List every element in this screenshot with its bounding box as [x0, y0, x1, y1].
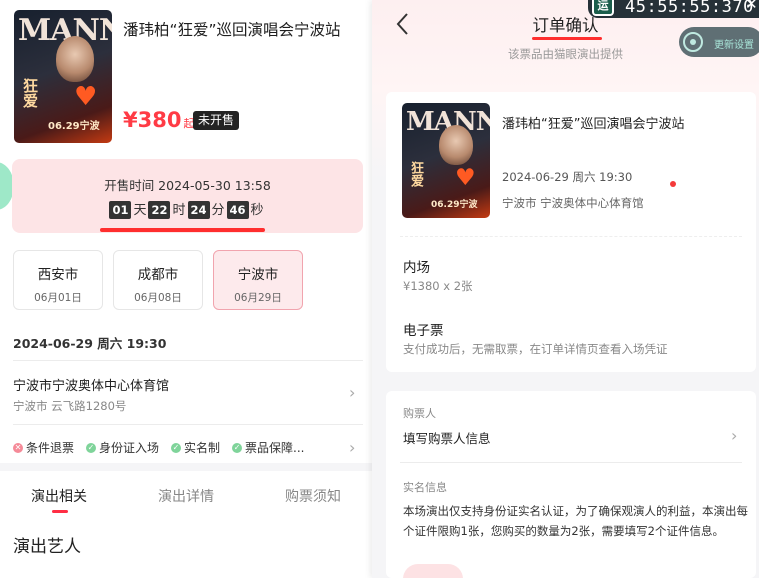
timer-app-icon: 运 [592, 0, 614, 16]
ticket-area: 内场 [403, 260, 430, 276]
city-option-ningbo[interactable]: 宁波市 06月29日 [213, 250, 303, 310]
show-poster: MANNA 狂爱 ♥ 06.29宁波 [402, 103, 490, 218]
realname-description: 本场演出仅支持身份证实名认证，为了确保观演人的利益，本演出每个证件限购1张，您购… [403, 504, 748, 538]
city-name: 宁波市 [237, 267, 279, 283]
countdown-seconds: 46 [226, 201, 249, 219]
tab-show-related[interactable]: 演出相关 [31, 486, 87, 506]
ticket-type-desc: 支付成功后，无需取票，在订单详情页查看入场凭证 [403, 342, 668, 356]
active-tab-indicator [52, 510, 68, 513]
order-show-title: 潘玮柏“狂爱”巡回演唱会宁波站 [502, 117, 685, 132]
tag-id-entry: ✓ 身份证入场 [86, 439, 159, 456]
show-title: 潘玮柏“狂爱”巡回演唱会宁波站 [123, 21, 341, 39]
city-date: 06月01日 [34, 292, 82, 304]
countdown-minute-unit: 分 [211, 203, 225, 218]
show-poster[interactable]: MANNA 狂爱 ♥ 06.29宁波 [14, 10, 112, 143]
countdown-minutes: 24 [187, 201, 210, 219]
close-icon[interactable]: ✕ [745, 0, 758, 12]
buyer-section-label: 购票人 [403, 407, 436, 420]
tab-purchase-notes[interactable]: 购票须知 [285, 486, 341, 506]
poster-date-art: 06.29宁波 [431, 200, 478, 210]
chevron-right-icon: › [349, 438, 356, 457]
chevron-right-icon: › [731, 426, 738, 445]
sale-time-label: 开售时间 2024-05-30 13:58 [104, 178, 271, 193]
city-date: 06月08日 [134, 292, 182, 304]
tag-guarantee: ✓ 票品保障... [232, 439, 305, 456]
city-option-chengdu[interactable]: 成都市 06月08日 [113, 250, 203, 310]
ticket-type: 电子票 [403, 323, 444, 339]
annotation-underline [532, 37, 602, 40]
heart-icon: ♥ [74, 82, 98, 112]
ticket-price-quantity: ¥1380 x 2张 [403, 279, 473, 293]
artist-photo [439, 125, 473, 165]
chevron-right-icon: › [349, 383, 356, 402]
divider [13, 424, 363, 425]
countdown-hour-unit: 时 [172, 203, 186, 218]
x-circle-icon: ✕ [13, 442, 23, 453]
screen: MANNA 狂爱 ♥ 06.29宁波 潘玮柏“狂爱”巡回演唱会宁波站 ¥380起… [0, 0, 759, 578]
price: ¥380 起 [123, 108, 194, 136]
tag-realname: ✓ 实名制 [171, 439, 220, 456]
divider [400, 236, 742, 237]
divider [13, 360, 363, 361]
settings-label: 更新设置 [714, 40, 754, 51]
poster-vertical-text: 狂爱 [21, 78, 39, 108]
realname-section-label: 实名信息 [403, 481, 447, 494]
section-separator [0, 463, 372, 471]
tag-label: 票品保障... [245, 441, 305, 455]
city-option-xian[interactable]: 西安市 06月01日 [13, 250, 103, 310]
check-circle-icon: ✓ [232, 442, 243, 453]
tag-label: 实名制 [184, 441, 221, 455]
city-date: 06月29日 [234, 292, 282, 304]
sale-status-badge: 未开售 [193, 111, 240, 130]
countdown-days: 01 [109, 201, 132, 219]
check-circle-icon: ✓ [171, 442, 182, 453]
venue-name: 宁波市宁波奥体中心体育馆 [13, 379, 170, 394]
city-name: 西安市 [37, 267, 79, 283]
divider [400, 462, 742, 463]
annotation-underline [100, 228, 265, 232]
countdown-day-unit: 天 [133, 203, 147, 218]
artist-photo [56, 36, 94, 82]
touch-indicator-dot [670, 181, 676, 187]
action-button-partial[interactable] [403, 564, 463, 578]
poster-vertical-text: 狂爱 [408, 161, 423, 187]
venue-address: 宁波市 云飞路1280号 [13, 399, 127, 413]
settings-icon [683, 32, 703, 52]
sale-countdown: 开售时间 2024-05-30 13:58 01 天 22 时 24 分 46 秒 [12, 159, 363, 233]
service-tags[interactable]: ✕ 条件退票 ✓ 身份证入场 ✓ 实名制 ✓ 票品保障... [13, 439, 305, 456]
order-show-time: 2024-06-29 周六 19:30 [502, 170, 633, 184]
check-circle-icon: ✓ [86, 442, 97, 453]
heart-icon: ♥ [455, 165, 476, 191]
order-show-venue: 宁波市 宁波奥体中心体育馆 [502, 196, 644, 210]
countdown-second-unit: 秒 [250, 203, 264, 218]
countdown-timer: 01 天 22 时 24 分 46 秒 [12, 199, 363, 219]
timer-readout: 45:55:55:370 [625, 0, 754, 17]
fill-buyer-info-link: 填写购票人信息 [403, 431, 491, 446]
city-name: 成都市 [137, 267, 179, 283]
countdown-hours: 22 [148, 201, 171, 219]
show-datetime: 2024-06-29 周六 19:30 [13, 336, 167, 351]
tag-label: 身份证入场 [99, 441, 160, 455]
price-value: ¥380 [123, 108, 182, 132]
order-confirm-panel: 订单确认 该票品由猫眼演出提供 运 45:55:55:370 ✕ 更新设置 MA… [372, 0, 759, 578]
tag-refund: ✕ 条件退票 [13, 439, 74, 456]
tag-label: 条件退票 [26, 441, 75, 455]
show-detail-panel: MANNA 狂爱 ♥ 06.29宁波 潘玮柏“狂爱”巡回演唱会宁波站 ¥380起… [0, 0, 372, 578]
tab-show-details[interactable]: 演出详情 [158, 486, 214, 506]
poster-date-art: 06.29宁波 [48, 121, 100, 132]
section-title: 演出艺人 [13, 537, 81, 557]
